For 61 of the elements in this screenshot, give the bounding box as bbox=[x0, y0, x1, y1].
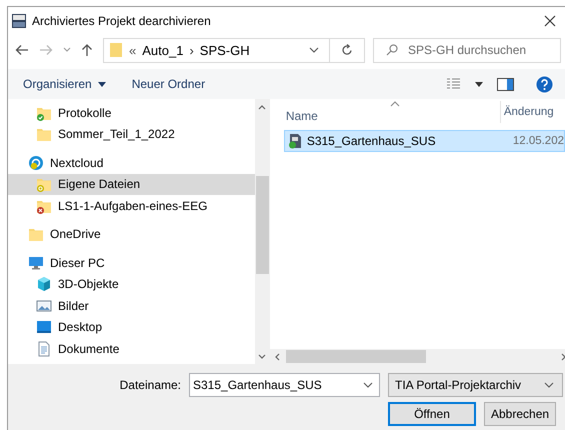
search-icon bbox=[386, 44, 398, 56]
filename-field[interactable]: S315_Gartenhaus_SUS bbox=[189, 373, 380, 397]
nav-item[interactable]: OneDrive bbox=[8, 224, 255, 245]
open-button[interactable]: Öffnen bbox=[388, 402, 476, 426]
nav-item[interactable]: LS1-1-Aufgaben-eines-EEG bbox=[8, 195, 255, 216]
monitor-icon bbox=[28, 254, 44, 271]
folder-icon bbox=[109, 42, 123, 58]
nav-item[interactable]: Sommer_Teil_1_2022 bbox=[8, 124, 255, 145]
archive-file-icon bbox=[288, 133, 302, 149]
scroll-up-icon bbox=[258, 105, 266, 110]
file-name: S315_Gartenhaus_SUS bbox=[306, 134, 436, 148]
organize-menu[interactable]: Organisieren bbox=[23, 77, 106, 91]
nav-item[interactable]: Protokolle bbox=[8, 102, 255, 124]
cube-icon bbox=[36, 276, 52, 292]
refresh-icon[interactable] bbox=[341, 44, 353, 56]
chevron-down-icon bbox=[363, 382, 373, 388]
breadcrumb[interactable]: Auto_1 bbox=[142, 42, 184, 58]
nav-item[interactable]: Desktop bbox=[8, 316, 255, 338]
view-list-icon[interactable] bbox=[446, 78, 461, 90]
close-icon[interactable] bbox=[544, 15, 556, 27]
help-icon[interactable] bbox=[536, 76, 553, 92]
nav-item[interactable]: Bilder bbox=[8, 295, 255, 316]
picture-icon bbox=[36, 298, 52, 314]
column-header[interactable]: Änderung bbox=[500, 101, 554, 123]
scroll-left-icon bbox=[274, 352, 280, 360]
file-row[interactable]: S315_Gartenhaus_SUS 12.05.202 bbox=[284, 130, 565, 152]
up-icon[interactable] bbox=[81, 43, 93, 57]
caret-icon bbox=[98, 82, 106, 86]
path-separator: › bbox=[189, 42, 194, 58]
nav-item[interactable]: 3D-Objekte bbox=[8, 274, 255, 295]
folder-icon bbox=[28, 226, 44, 242]
address-bar[interactable]: « Auto_1 › SPS-GH bbox=[103, 38, 365, 62]
nav-item[interactable]: Dieser PC bbox=[8, 252, 255, 274]
scrollbar[interactable] bbox=[254, 99, 270, 364]
preview-pane-icon[interactable] bbox=[497, 78, 514, 90]
overflow-chevron[interactable]: « bbox=[129, 42, 136, 58]
column-header[interactable]: Name bbox=[278, 109, 500, 123]
file-type-dropdown[interactable]: TIA Portal-Projektarchiv bbox=[388, 373, 563, 397]
breadcrumb[interactable]: SPS-GH bbox=[200, 42, 250, 58]
field-label: Dateiname: bbox=[120, 378, 181, 392]
chevron-down-icon bbox=[544, 382, 554, 388]
document-icon bbox=[36, 340, 52, 357]
window-title: Archiviertes Projekt dearchivieren bbox=[32, 14, 212, 28]
folder-icon bbox=[36, 126, 52, 142]
folder-icon bbox=[36, 176, 52, 192]
new-folder-button[interactable]: Neuer Ordner bbox=[132, 77, 206, 91]
scroll-down-icon bbox=[258, 354, 266, 359]
scroll-right-icon bbox=[561, 352, 565, 360]
search-field[interactable]: SPS-GH durchsuchen bbox=[373, 38, 561, 62]
caret-icon[interactable] bbox=[475, 82, 483, 86]
app-icon bbox=[12, 14, 26, 28]
modified-date: 12.05.202 bbox=[512, 135, 564, 147]
cloud-icon bbox=[28, 154, 44, 171]
chevron-down-icon[interactable] bbox=[309, 47, 319, 53]
nav-item[interactable]: Eigene Dateien bbox=[8, 174, 255, 195]
cancel-button[interactable]: Abbrechen bbox=[484, 402, 556, 426]
desktop-icon bbox=[36, 319, 52, 336]
nav-item[interactable]: Nextcloud bbox=[8, 152, 255, 174]
back-icon[interactable] bbox=[15, 44, 29, 56]
nav-item[interactable]: Dokumente bbox=[8, 338, 255, 360]
dropdown-icon[interactable] bbox=[63, 47, 71, 53]
